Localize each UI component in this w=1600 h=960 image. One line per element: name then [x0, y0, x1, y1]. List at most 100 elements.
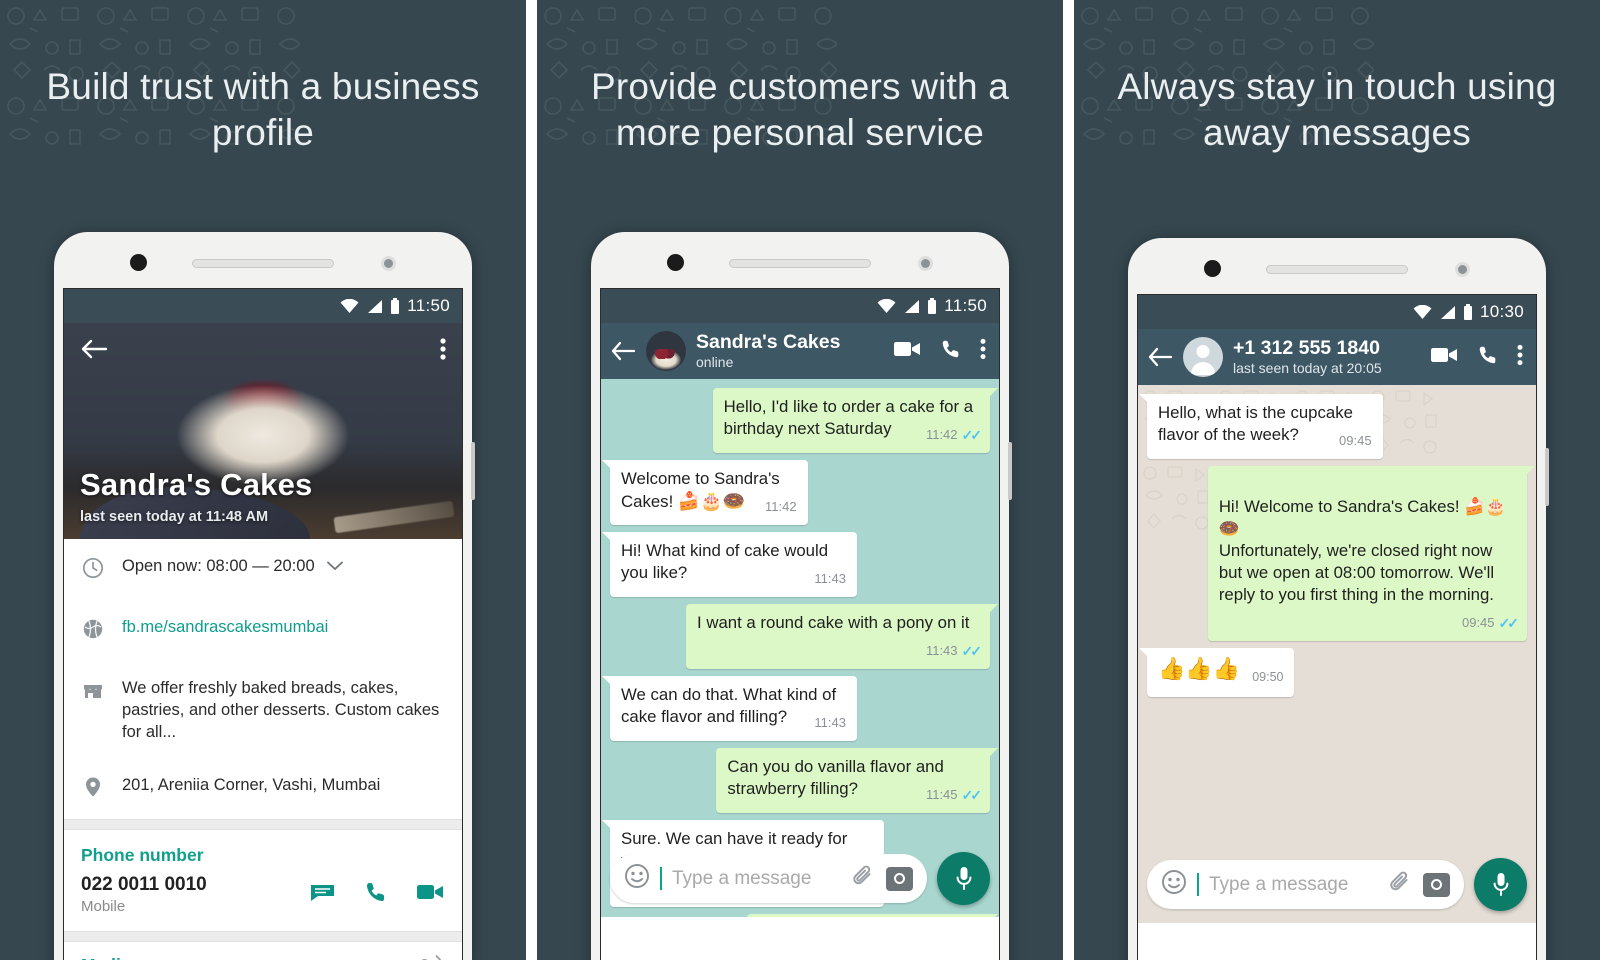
proximity-sensor-icon	[918, 256, 933, 271]
chat-contact-name: +1 312 555 1840	[1233, 337, 1380, 359]
chat-bubble-outgoing[interactable]: I want a round cake with a pony on it 11…	[686, 604, 998, 669]
location-pin-icon	[81, 775, 105, 804]
chevron-right-icon	[435, 955, 445, 960]
microphone-icon[interactable]	[937, 852, 990, 905]
paperclip-icon[interactable]	[851, 864, 876, 894]
message-input-pill[interactable]: Type a message	[610, 854, 927, 903]
message-input-placeholder: Type a message	[1209, 873, 1349, 895]
promo-screenshot: Build trust with a business profile 11:5…	[0, 0, 1600, 960]
phone-number-row[interactable]: 022 0011 0010 Mobile	[64, 870, 462, 931]
call-icon[interactable]	[940, 338, 962, 365]
section-divider	[64, 819, 462, 830]
phone-number-value: 022 0011 0010	[81, 874, 207, 895]
section-divider-2	[64, 931, 462, 942]
earpiece-speaker	[729, 259, 871, 268]
storefront-icon	[81, 678, 105, 707]
back-arrow-icon[interactable]	[610, 340, 636, 362]
chat-contact-name: Sandra's Cakes	[696, 331, 841, 353]
message-meta: 11:42	[765, 496, 797, 518]
battery-icon	[1463, 304, 1473, 320]
chat-message-list[interactable]: Hello, what is the cupcake flavor of the…	[1138, 385, 1536, 923]
profile-toolbar	[64, 323, 462, 379]
chat-bubble-outgoing[interactable]: Hi! Welcome to Sandra's Cakes! 🍰🎂🍩 Unfor…	[1207, 466, 1536, 641]
overflow-menu-icon[interactable]	[1517, 344, 1523, 371]
chat-contact-status: online	[696, 354, 734, 370]
media-label: Media	[81, 955, 131, 960]
status-bar: 11:50	[64, 289, 462, 323]
microphone-icon[interactable]	[1474, 858, 1527, 911]
website-link[interactable]: fb.me/sandrascakesmumbai	[122, 616, 328, 638]
info-row-website[interactable]: fb.me/sandrascakesmumbai	[64, 600, 462, 661]
message-text: I want a round cake with a pony on it	[697, 613, 970, 632]
emoji-smiley-icon[interactable]	[624, 863, 650, 894]
business-info-card: Open now: 08:00 — 20:00 fb.me/sandrascak…	[64, 539, 462, 960]
paperclip-icon[interactable]	[1388, 870, 1413, 900]
message-time: 11:43	[925, 643, 958, 658]
chat-bubble-incoming[interactable]: We can do that. What kind of cake flavor…	[602, 676, 857, 741]
chat-bubble-incoming[interactable]: Hi! What kind of cake would you like? 11…	[602, 532, 857, 597]
chat-bubble-outgoing[interactable]: Can you do vanilla flavor and strawberry…	[716, 748, 998, 813]
chat-bubble-outgoing[interactable]: Hello, I'd like to order a cake for a bi…	[712, 388, 999, 453]
video-call-icon[interactable]	[893, 339, 922, 364]
power-button[interactable]	[1008, 442, 1012, 500]
overflow-menu-icon[interactable]	[980, 338, 986, 365]
phone-bezel-top	[1128, 238, 1546, 294]
message-input-placeholder: Type a message	[672, 867, 812, 889]
camera-icon[interactable]	[886, 866, 913, 891]
phone-mockup-3: 10:30 +1 312 555 1840 last seen today at…	[1128, 238, 1549, 960]
back-arrow-icon[interactable]	[1147, 346, 1173, 368]
battery-icon	[390, 298, 400, 314]
panel-headline: Always stay in touch using away messages	[1117, 66, 1557, 153]
message-emoji: 👍👍👍	[1158, 656, 1241, 681]
status-bar: 10:30	[1138, 295, 1536, 329]
avatar[interactable]	[646, 331, 686, 371]
chat-bubble-incoming[interactable]: 👍👍👍 09:50	[1138, 648, 1295, 697]
avatar[interactable]	[1183, 337, 1223, 377]
signal-icon	[903, 299, 920, 314]
earpiece-speaker	[192, 259, 334, 268]
business-name: Sandra's Cakes	[80, 467, 313, 502]
read-receipt-icon: ✓✓	[961, 787, 983, 803]
message-icon[interactable]	[309, 880, 336, 909]
message-input-bar: Type a message	[601, 842, 999, 917]
panel-business-profile: Build trust with a business profile 11:5…	[0, 0, 526, 960]
info-row-hours[interactable]: Open now: 08:00 — 20:00	[64, 539, 462, 600]
wifi-icon	[340, 298, 359, 314]
info-row-about[interactable]: We offer freshly baked breads, cakes, pa…	[64, 661, 462, 758]
message-text: We can do that. What kind of cake flavor…	[621, 685, 837, 726]
back-arrow-icon[interactable]	[80, 337, 108, 366]
power-button[interactable]	[1545, 448, 1549, 506]
chat-bubble-incoming[interactable]: Hello, what is the cupcake flavor of the…	[1139, 394, 1383, 459]
messages-container: Hello, I'd like to order a cake for a bi…	[602, 388, 999, 917]
battery-icon	[927, 298, 937, 314]
chevron-down-icon[interactable]	[326, 555, 343, 577]
chat-message-list[interactable]: Hello, I'd like to order a cake for a bi…	[601, 379, 999, 917]
front-camera-icon	[130, 254, 147, 271]
message-meta: 09:50	[1252, 664, 1283, 690]
message-time: 11:42	[765, 499, 797, 514]
phone-mockup-1: 11:50 Sandra's Cakes last seen today at …	[54, 232, 475, 960]
panel-headline: Build trust with a business profile	[46, 66, 480, 153]
power-button[interactable]	[471, 442, 475, 500]
video-call-icon[interactable]	[1430, 345, 1459, 370]
overflow-menu-icon[interactable]	[440, 337, 446, 366]
chat-bubble-incoming[interactable]: Welcome to Sandra's Cakes! 🍰🎂🍩 11:42	[602, 460, 808, 525]
message-text: Hi! Welcome to Sandra's Cakes! 🍰🎂🍩 Unfor…	[1218, 497, 1506, 604]
message-time: 11:43	[814, 571, 846, 586]
phone-screen-3: 10:30 +1 312 555 1840 last seen today at…	[1137, 294, 1537, 960]
read-receipt-icon: ✓✓	[1498, 615, 1520, 631]
signal-icon	[1439, 305, 1456, 320]
panel-personal-service: Provide customers with a more personal s…	[537, 0, 1063, 960]
info-row-address[interactable]: 201, Areniia Corner, Vashi, Mumbai	[64, 758, 462, 819]
read-receipt-icon: ✓✓	[961, 427, 983, 443]
opening-hours-text: Open now: 08:00 — 20:00	[122, 557, 315, 575]
video-call-icon[interactable]	[416, 881, 445, 908]
call-icon[interactable]	[364, 880, 388, 909]
call-icon[interactable]	[1477, 344, 1499, 371]
status-time: 10:30	[1479, 302, 1524, 321]
message-input-pill[interactable]: Type a message	[1147, 860, 1464, 909]
emoji-smiley-icon[interactable]	[1161, 869, 1187, 900]
text-cursor	[1197, 873, 1199, 896]
camera-icon[interactable]	[1423, 872, 1450, 897]
media-row[interactable]: Media 3	[64, 942, 462, 960]
